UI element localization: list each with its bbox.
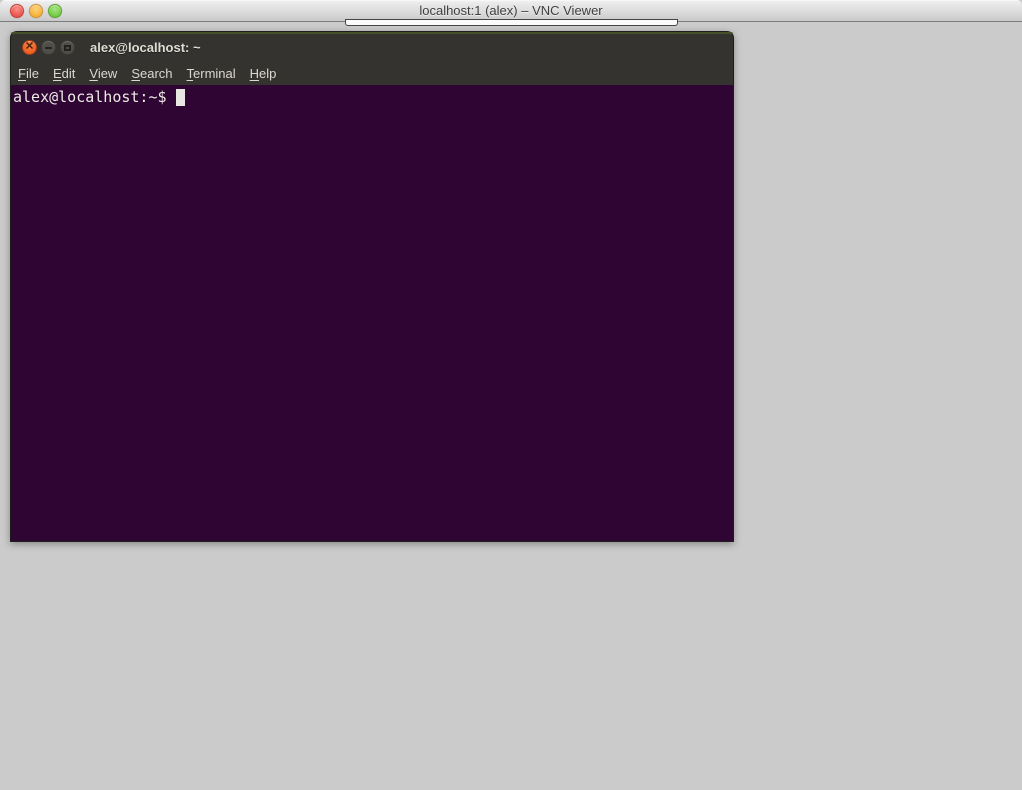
menu-file-mnemonic: F [18,66,26,81]
menu-file-label: ile [26,66,39,81]
maximize-icon [64,45,71,51]
terminal-screen[interactable]: alex@localhost:~$ [11,85,733,541]
terminal-maximize-button[interactable] [60,40,75,55]
terminal-prompt-line: alex@localhost:~$ [13,88,733,106]
terminal-window: ✕ alex@localhost: ~ File Edit View Searc… [10,31,734,542]
vnc-toolbar-reveal-tab[interactable] [345,19,678,26]
menu-help[interactable]: Help [243,62,284,85]
menu-view-label: iew [98,66,118,81]
terminal-minimize-button[interactable] [41,40,56,55]
terminal-cursor [176,89,185,106]
remote-desktop: ✕ alex@localhost: ~ File Edit View Searc… [0,23,1022,790]
mac-close-button[interactable] [10,4,24,18]
terminal-titlebar[interactable]: ✕ alex@localhost: ~ [11,34,733,61]
shell-prompt: alex@localhost:~$ [13,88,167,106]
menu-search-mnemonic: S [131,66,140,81]
terminal-window-title: alex@localhost: ~ [90,40,201,55]
menu-edit-label: dit [62,66,76,81]
mac-zoom-button[interactable] [48,4,62,18]
minimize-icon [45,47,52,49]
menu-help-mnemonic: H [250,66,259,81]
menu-terminal-label: erminal [193,66,236,81]
menu-view[interactable]: View [82,62,124,85]
menu-search[interactable]: Search [124,62,179,85]
menu-help-label: elp [259,66,276,81]
close-icon: ✕ [25,42,34,53]
terminal-menubar: File Edit View Search Terminal Help [11,61,733,85]
traffic-lights [10,4,62,18]
menu-edit-mnemonic: E [53,66,62,81]
menu-edit[interactable]: Edit [46,62,82,85]
menu-search-label: earch [140,66,173,81]
menu-file[interactable]: File [11,62,46,85]
menu-terminal[interactable]: Terminal [180,62,243,85]
terminal-close-button[interactable]: ✕ [22,40,37,55]
menu-view-mnemonic: V [89,66,97,81]
mac-minimize-button[interactable] [29,4,43,18]
